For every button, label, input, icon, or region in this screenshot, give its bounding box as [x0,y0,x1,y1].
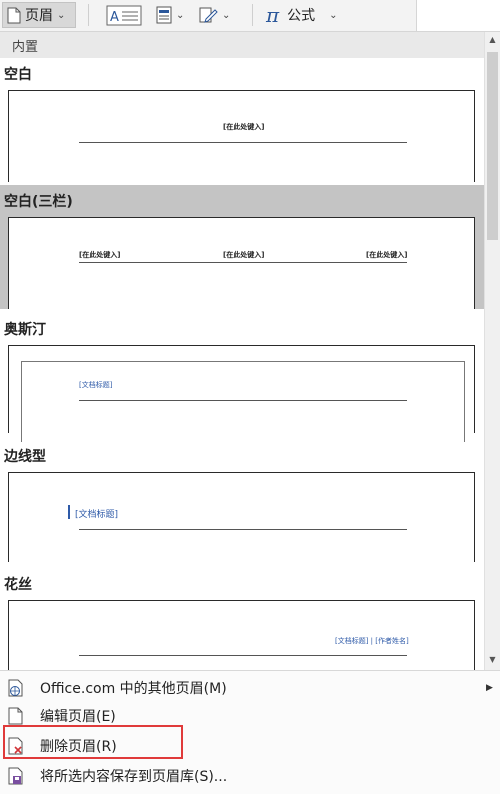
placeholder-text: [在此处键入] [223,123,265,131]
gallery-item-blank-three-columns[interactable]: 空白(三栏) [在此处键入] [在此处键入] [在此处键入] [0,185,484,309]
placeholder-text: [在此处键入] [223,251,265,259]
placeholder-text: [文档标题] | [作者姓名] [335,637,409,645]
ribbon-toolbar: 页眉 ⌄ A ⌄ ⌄ π 公式 ⌄ [0,0,500,32]
chevron-down-icon: ⌄ [329,9,338,21]
globe-page-icon [8,679,23,697]
svg-text:A: A [110,10,119,25]
header-rule [79,655,407,656]
header-rule [79,262,407,263]
header-options-menu: Office.com 中的其他页眉(M) ▶ 编辑页眉(E) 删除页眉(R) 将… [0,670,500,794]
gallery-item-title: 边线型 [4,449,46,465]
menu-item-label: Office.com 中的其他页眉(M) [40,681,227,697]
pi-icon: π [266,3,280,27]
placeholder-text: [在此处键入] [366,251,408,259]
header-button-label: 页眉 [25,8,53,24]
gallery-item-title: 空白(三栏) [4,194,73,210]
gallery-item-sideline[interactable]: 边线型 [文档标题] [0,440,484,562]
placeholder-text: [在此处键入] [79,251,121,259]
signature-edit-icon [199,7,218,23]
gallery-item-thumbnail: [文档标题] [8,472,475,562]
highlight-annotation-box [3,725,183,759]
header-rule [79,529,407,530]
gallery-item-title: 花丝 [4,577,32,593]
gallery-item-thumbnail: [在此处键入] [8,90,475,182]
accent-bar [68,505,70,519]
scroll-up-arrow-icon[interactable]: ▲ [485,32,500,48]
scroll-down-arrow-icon[interactable]: ▼ [485,652,500,668]
chevron-down-icon: ⌄ [57,9,66,21]
quick-parts-button[interactable]: ⌄ [156,2,190,28]
textbox-icon: A [106,5,142,26]
menu-item-save-to-gallery[interactable]: 将所选内容保存到页眉库(S)... [0,762,500,790]
equation-button[interactable]: π 公式 ⌄ [266,2,348,28]
gallery-item-austin[interactable]: 奥斯汀 [文档标题] [0,313,484,442]
gallery-item-filigree[interactable]: 花丝 [文档标题] | [作者姓名] [0,568,484,670]
menu-item-label: 编辑页眉(E) [40,709,116,725]
gallery-item-thumbnail: [在此处键入] [在此处键入] [在此处键入] [8,217,475,309]
chevron-down-icon: ⌄ [222,9,231,21]
header-dropdown-button[interactable]: 页眉 ⌄ [2,2,76,28]
page-icon [7,7,21,23]
gallery-item-thumbnail: [文档标题] | [作者姓名] [8,600,475,670]
ribbon-separator [252,4,253,26]
gallery-item-title: 奥斯汀 [4,322,46,338]
placeholder-text: [文档标题] [79,381,113,389]
page-border-frame [21,361,465,442]
header-rule [79,142,407,143]
scrollbar-thumb[interactable] [487,52,498,240]
submenu-arrow-icon: ▶ [486,683,493,693]
ribbon-separator [88,4,89,26]
header-gallery: 内置 空白 [在此处键入] 空白(三栏) [在此处键入] [在此处键入] [在此… [0,32,484,670]
header-rule [79,400,407,401]
save-gallery-icon [8,767,23,785]
chevron-down-icon: ⌄ [176,9,185,21]
gallery-item-thumbnail: [文档标题] [8,345,475,442]
gallery-item-title: 空白 [4,67,32,83]
signature-line-button[interactable]: ⌄ [198,2,240,28]
ribbon-right-area [416,0,500,31]
gallery-scrollbar[interactable]: ▲ ▼ [484,32,500,670]
menu-item-more-headers[interactable]: Office.com 中的其他页眉(M) ▶ [0,674,500,702]
menu-item-label: 将所选内容保存到页眉库(S)... [40,769,228,785]
quick-parts-icon [156,6,172,24]
textbox-button[interactable]: A [106,2,144,28]
gallery-item-blank[interactable]: 空白 [在此处键入] [0,58,484,182]
edit-header-icon [8,707,23,725]
category-label: 内置 [12,40,39,55]
placeholder-text: [文档标题] [75,510,119,520]
equation-label: 公式 [287,8,316,24]
category-header: 内置 [0,32,484,58]
